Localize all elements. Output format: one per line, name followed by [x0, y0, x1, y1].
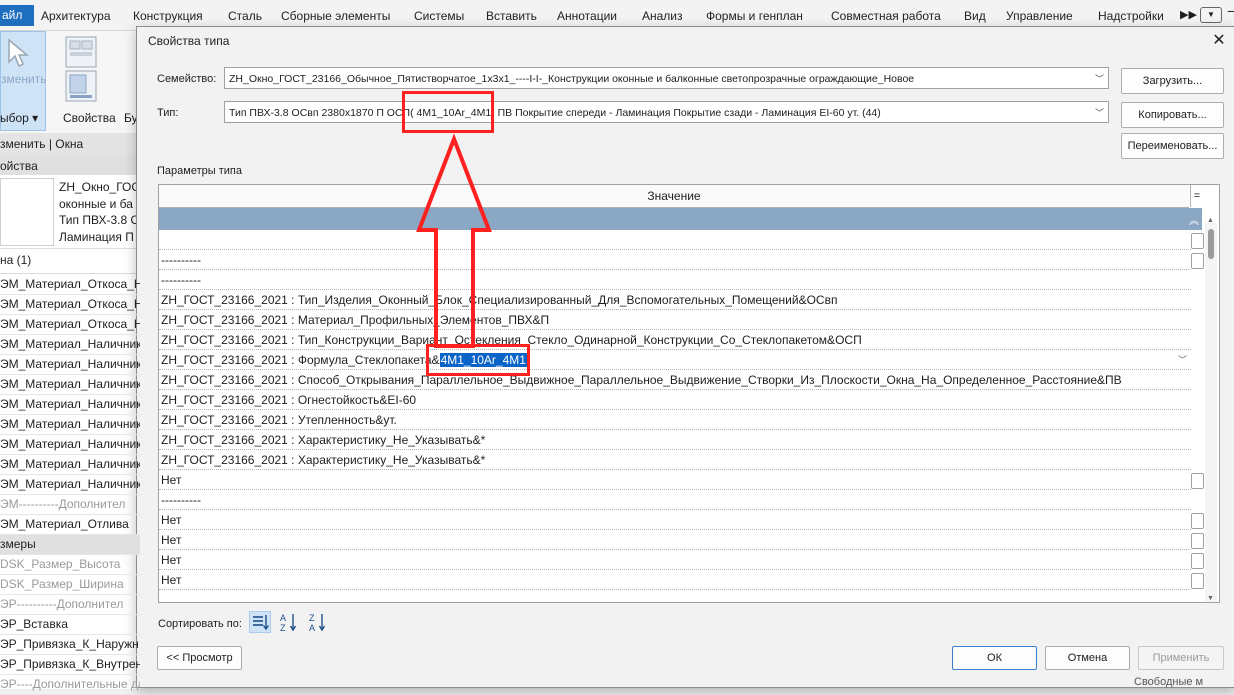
palette-group-header[interactable]: змеры [0, 535, 140, 555]
palette-parameter-row[interactable]: ЭМ_Материал_Наличник [0, 375, 140, 395]
palette-parameter-row[interactable]: ЭМ_Материал_Отлива [0, 515, 140, 535]
palette-parameter-row[interactable]: DSK_Размер_Ширина [0, 575, 140, 595]
palette-parameter-row[interactable]: ЭМ_Материал_Откоса_Н [0, 275, 140, 295]
annotation-arrow [416, 133, 492, 348]
palette-parameter-row[interactable]: ЭР_Вставка [0, 615, 140, 635]
palette-parameter-row[interactable]: ЭМ_Материал_Наличник [0, 415, 140, 435]
palette-parameter-row[interactable]: ЭМ_Материал_Наличник [0, 435, 140, 455]
palette-parameter-row[interactable]: ЭР----Дополнительные данные ---------- [0, 675, 140, 695]
palette-parameter-row[interactable]: ЭМ----------Дополнител [0, 495, 140, 515]
palette-parameter-row[interactable]: ЭМ_Материал_Наличник [0, 395, 140, 415]
palette-parameter-row[interactable]: ЭР----------Дополнител [0, 595, 140, 615]
palette-parameter-row[interactable]: ЭМ_Материал_Наличник [0, 355, 140, 375]
palette-parameter-row[interactable]: ЭР_Привязка_К_Наружн [0, 635, 140, 655]
palette-parameter-row[interactable]: DSK_Размер_Высота [0, 555, 140, 575]
palette-parameter-row[interactable]: ЭМ_Материал_Наличник [0, 475, 140, 495]
palette-parameter-row[interactable]: ЭМ_Материал_Откоса_Н [0, 295, 140, 315]
palette-parameter-row[interactable]: ЭМ_Материал_Откоса_Н [0, 315, 140, 335]
palette-parameter-row[interactable]: ЭМ_Материал_Наличник [0, 335, 140, 355]
palette-parameter-row[interactable]: ЭР_Привязка_К_Внутрен [0, 655, 140, 675]
palette-parameter-row[interactable]: ЭМ_Материал_Наличник [0, 455, 140, 475]
